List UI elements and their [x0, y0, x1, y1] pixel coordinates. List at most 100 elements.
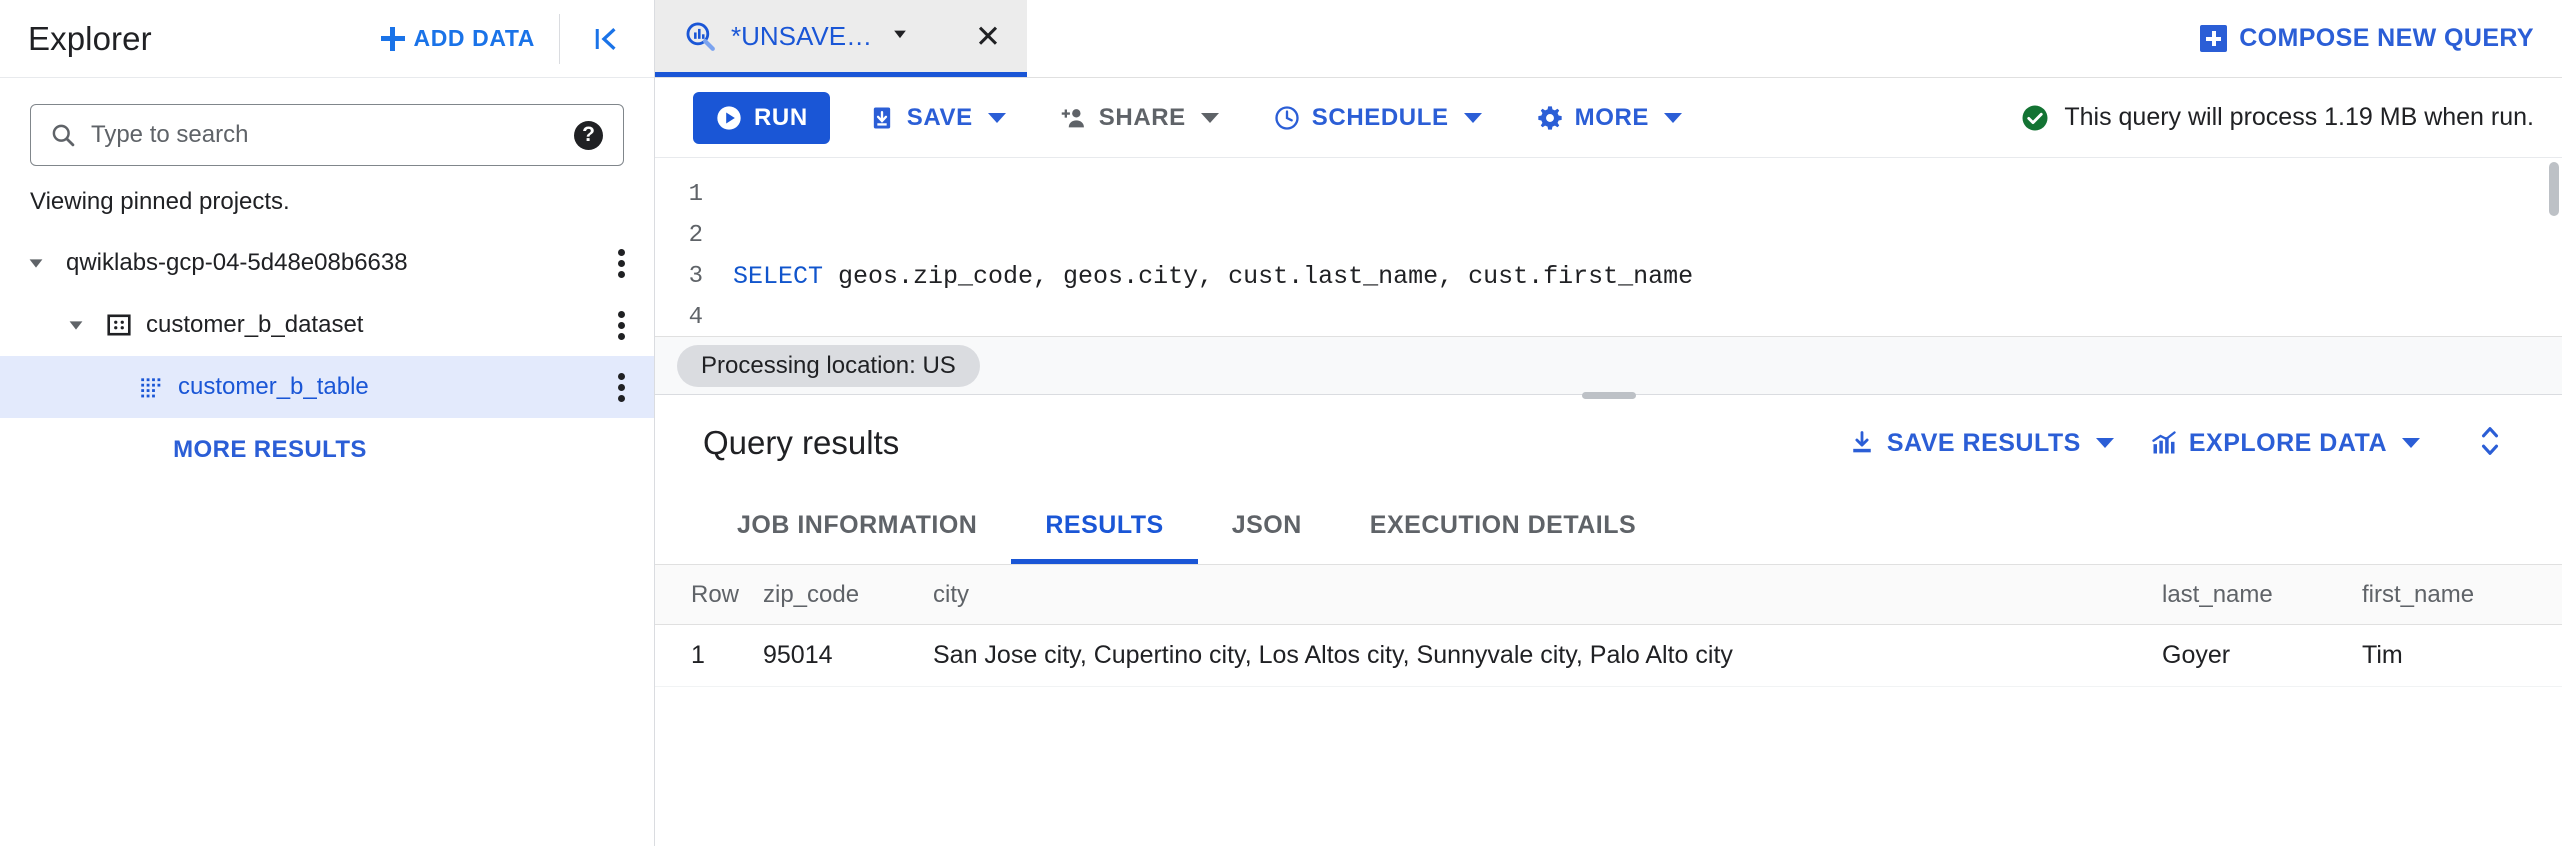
more-label: MORE	[1575, 104, 1649, 132]
results-title: Query results	[703, 424, 899, 462]
compose-new-query-label: COMPOSE NEW QUERY	[2239, 24, 2534, 53]
sql-editor[interactable]: 1 2 3 4 SELECT geos.zip_code, geos.city,…	[655, 158, 2562, 336]
explore-data-button[interactable]: EXPLORE DATA	[2132, 429, 2438, 458]
page-title: Explorer	[28, 20, 152, 58]
column-header-last-name: last_name	[2162, 581, 2362, 609]
explorer-header-actions: ADD DATA	[375, 14, 633, 64]
tree-item-project[interactable]: qwiklabs-gcp-04-5d48e08b6638	[0, 232, 654, 294]
query-cost-estimate: This query will process 1.19 MB when run…	[2020, 103, 2540, 133]
explorer-header: Explorer ADD DATA	[0, 0, 654, 78]
save-results-label: SAVE RESULTS	[1887, 429, 2081, 458]
cell-first-name: Tim	[2362, 641, 2562, 670]
chevron-down-icon[interactable]	[2096, 438, 2114, 448]
pane-resize-handle[interactable]	[1582, 392, 1636, 399]
chevron-down-icon[interactable]	[988, 113, 1006, 123]
help-icon[interactable]: ?	[574, 121, 603, 150]
cell-row-number: 1	[655, 641, 763, 670]
dataset-icon	[106, 312, 132, 338]
tab-execution-details[interactable]: EXECUTION DETAILS	[1336, 491, 1670, 564]
line-number: 2	[655, 215, 703, 256]
chevron-down-icon[interactable]	[1464, 113, 1482, 123]
search-input[interactable]	[91, 121, 574, 149]
query-tabstrip: *UNSAVE… ✕ COMPOSE NEW QUERY	[655, 0, 2562, 78]
cell-city: San Jose city, Cupertino city, Los Altos…	[933, 641, 2162, 670]
bigquery-console: Explorer ADD DATA	[0, 0, 2562, 846]
dataset-kebab-menu-icon[interactable]	[606, 305, 636, 345]
chevron-down-icon[interactable]	[22, 249, 50, 277]
results-tabs: JOB INFORMATION RESULTS JSON EXECUTION D…	[655, 491, 2562, 565]
run-button[interactable]: RUN	[693, 92, 830, 144]
more-results-button[interactable]: MORE RESULTS	[60, 418, 480, 464]
check-circle-icon	[2020, 103, 2050, 133]
sql-fields: geos.zip_code, geos.city, cust.last_name…	[823, 262, 1693, 291]
play-icon	[715, 104, 743, 132]
cell-zip-code: 95014	[763, 641, 933, 670]
chart-icon	[2150, 429, 2178, 457]
share-button[interactable]: SHARE	[1044, 92, 1235, 144]
schedule-button[interactable]: SCHEDULE	[1257, 92, 1498, 144]
editor-scrollbar[interactable]	[2546, 158, 2562, 336]
header-divider	[559, 14, 560, 64]
save-results-button[interactable]: SAVE RESULTS	[1830, 429, 2132, 458]
pinned-projects-note: Viewing pinned projects.	[0, 166, 654, 232]
table-kebab-menu-icon[interactable]	[606, 367, 636, 407]
column-header-zip-code: zip_code	[763, 581, 933, 609]
processing-location-bar: Processing location: US	[655, 336, 2562, 394]
search-icon	[49, 121, 77, 149]
collapse-panel-icon[interactable]	[582, 20, 632, 58]
close-icon[interactable]: ✕	[975, 21, 1005, 52]
tab-job-information[interactable]: JOB INFORMATION	[703, 491, 1011, 564]
download-icon	[1848, 429, 1876, 457]
table-row[interactable]: 1 95014 San Jose city, Cupertino city, L…	[655, 625, 2562, 687]
processing-location-chip: Processing location: US	[677, 345, 980, 387]
cell-last-name: Goyer	[2162, 641, 2362, 670]
line-number: 4	[655, 297, 703, 336]
line-number: 3	[655, 256, 703, 297]
compose-new-query-button[interactable]: COMPOSE NEW QUERY	[2172, 0, 2562, 77]
results-header: Query results SAVE RESULTS	[655, 395, 2562, 491]
tab-label: *UNSAVE…	[731, 21, 872, 52]
add-data-button[interactable]: ADD DATA	[375, 17, 542, 60]
sql-code[interactable]: SELECT geos.zip_code, geos.city, cust.la…	[717, 158, 2562, 336]
add-data-label: ADD DATA	[414, 25, 536, 52]
search-area: ?	[0, 78, 654, 166]
query-results-pane: Query results SAVE RESULTS	[655, 394, 2562, 846]
tree-item-label: customer_b_table	[178, 373, 369, 401]
chevron-down-icon[interactable]	[2402, 438, 2420, 448]
sql-line-1: SELECT geos.zip_code, geos.city, cust.la…	[733, 256, 2562, 297]
chevron-down-icon[interactable]	[62, 311, 90, 339]
column-header-row: Row	[655, 581, 763, 609]
tab-results[interactable]: RESULTS	[1011, 491, 1197, 564]
tab-json[interactable]: JSON	[1198, 491, 1336, 564]
resource-tree: qwiklabs-gcp-04-5d48e08b6638	[0, 232, 654, 464]
column-header-city: city	[933, 581, 2162, 609]
plus-square-icon	[2200, 25, 2227, 52]
save-label: SAVE	[907, 104, 973, 132]
tab-unsaved-query[interactable]: *UNSAVE… ✕	[655, 0, 1027, 77]
search-box[interactable]: ?	[30, 104, 624, 166]
chevron-down-icon[interactable]	[1664, 113, 1682, 123]
project-kebab-menu-icon[interactable]	[606, 243, 636, 283]
chevron-down-icon[interactable]	[1201, 113, 1219, 123]
results-empty-space	[655, 687, 2562, 846]
results-table-header: Row zip_code city last_name first_name	[655, 565, 2562, 625]
more-button[interactable]: MORE	[1520, 92, 1698, 144]
column-header-first-name: first_name	[2362, 581, 2562, 609]
expand-collapse-results-icon[interactable]	[2438, 419, 2528, 468]
tree-item-label: customer_b_dataset	[146, 311, 363, 339]
sql-keyword: SELECT	[733, 262, 823, 291]
tree-item-label: qwiklabs-gcp-04-5d48e08b6638	[66, 249, 408, 277]
save-button[interactable]: SAVE	[852, 92, 1022, 144]
query-cost-text: This query will process 1.19 MB when run…	[2064, 103, 2534, 132]
line-number: 1	[655, 174, 703, 215]
explorer-sidebar: Explorer ADD DATA	[0, 0, 655, 846]
chevron-down-icon[interactable]	[890, 24, 910, 49]
tree-item-dataset[interactable]: customer_b_dataset	[0, 294, 654, 356]
run-label: RUN	[754, 104, 808, 132]
schedule-label: SCHEDULE	[1312, 104, 1449, 132]
tree-item-table[interactable]: customer_b_table	[0, 356, 654, 418]
clock-icon	[1273, 104, 1301, 132]
results-actions: SAVE RESULTS	[1830, 419, 2528, 468]
person-add-icon	[1060, 104, 1088, 132]
table-icon	[138, 374, 164, 400]
